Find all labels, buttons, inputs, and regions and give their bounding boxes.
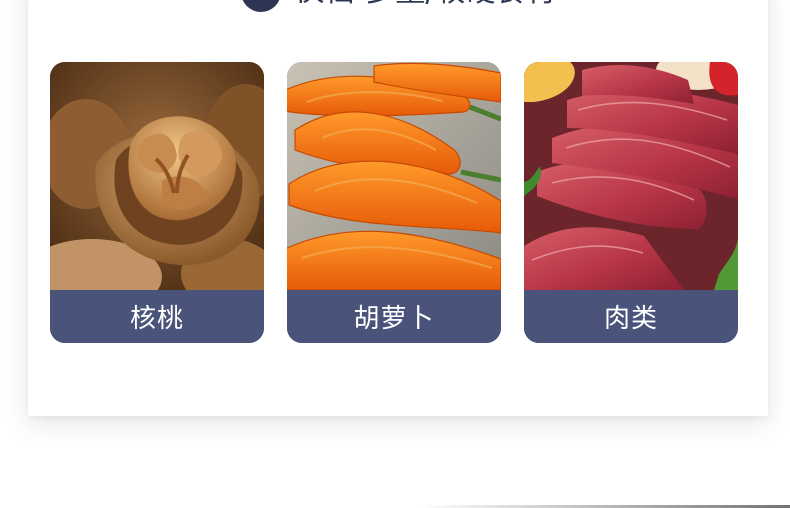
food-tile-meat[interactable]: 肉类 xyxy=(524,62,738,343)
page: 伙档-多量/较硬食材 xyxy=(0,0,790,508)
carrot-label: 胡萝卜 xyxy=(287,290,501,343)
walnut-label: 核桃 xyxy=(50,290,264,343)
carrot-photo xyxy=(287,62,501,290)
food-tile-carrot[interactable]: 胡萝卜 xyxy=(287,62,501,343)
meat-photo xyxy=(524,62,738,290)
meat-label: 肉类 xyxy=(524,290,738,343)
pause-icon xyxy=(240,0,281,12)
section-heading: 伙档-多量/较硬食材 xyxy=(28,0,768,12)
food-tile-walnut[interactable]: 核桃 xyxy=(50,62,264,343)
walnut-photo xyxy=(50,62,264,290)
section-title: 伙档-多量/较硬食材 xyxy=(295,0,556,12)
